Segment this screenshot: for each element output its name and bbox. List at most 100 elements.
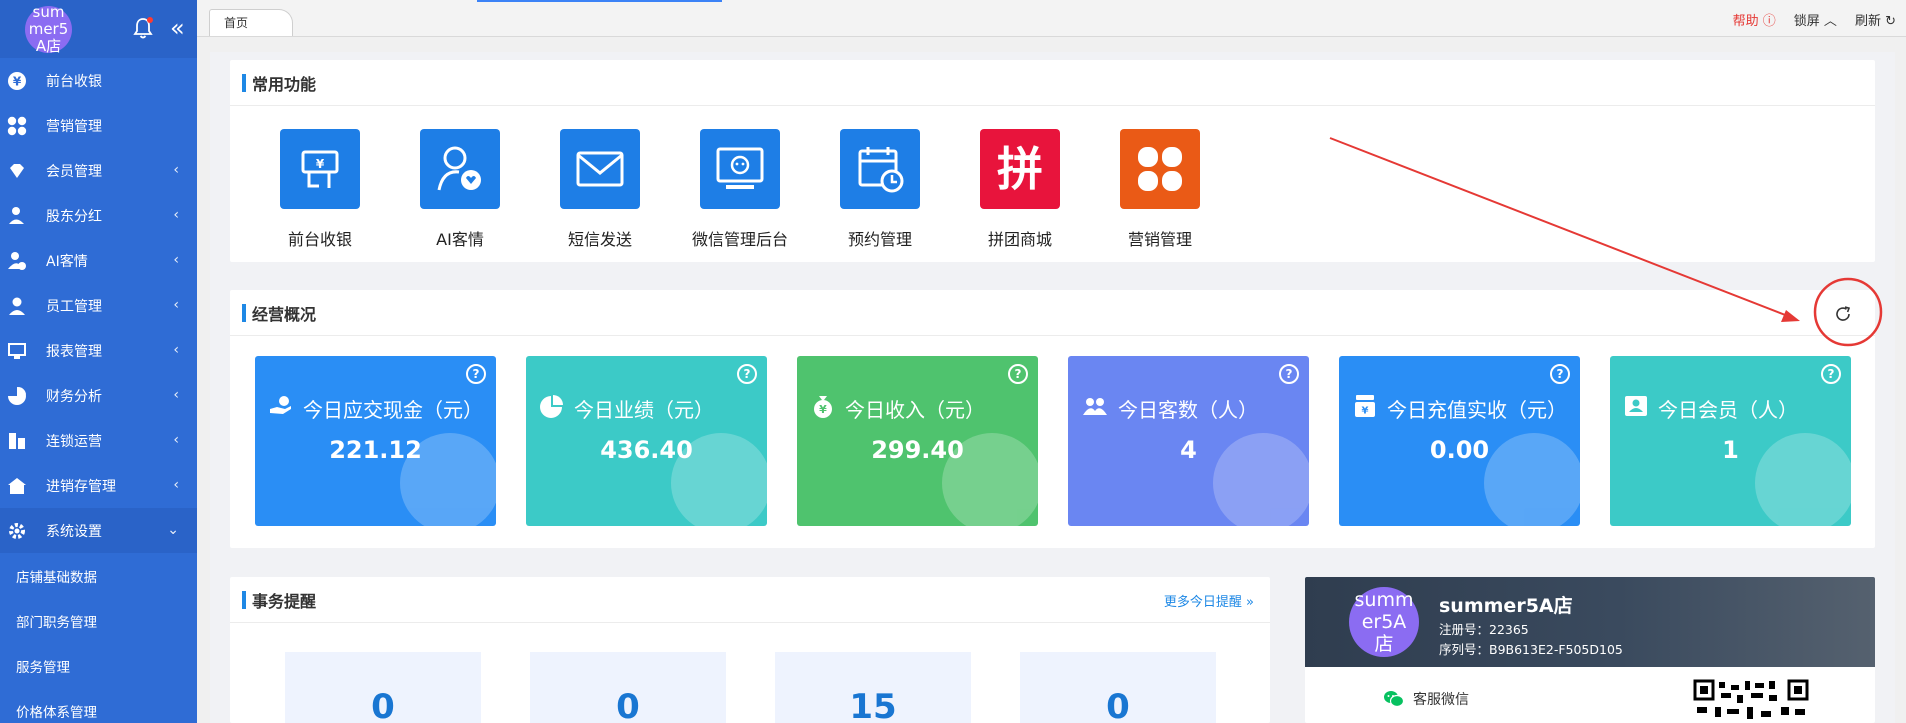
overview-cards: ? 今日应交现金（元） 221.12? 今日业绩（元） 436.40? ¥ 今日收入（元） 2…	[255, 356, 1851, 526]
pin-icon: 拼	[980, 129, 1060, 209]
svg-text:¥: ¥	[819, 403, 827, 416]
card-title: 今日业绩（元）	[540, 394, 714, 423]
card-title-text: 今日会员（人）	[1658, 398, 1798, 422]
task-card[interactable]: 0	[530, 652, 726, 723]
overview-card[interactable]: ? 今日应交现金（元） 221.12	[255, 356, 496, 526]
more-reminders-link[interactable]: 更多今日提醒 »	[1164, 591, 1254, 610]
question-icon[interactable]: ?	[1550, 364, 1570, 384]
ai-customer-icon	[6, 250, 28, 272]
quick-function-item[interactable]: 短信发送	[530, 129, 670, 250]
sidebar-item-label: 连锁运营	[46, 433, 102, 450]
overview-card[interactable]: ? 今日业绩（元） 436.40	[526, 356, 767, 526]
sidebar-item[interactable]: 员工管理 ‹	[0, 283, 197, 328]
sidebar-item[interactable]: ¥ 前台收银	[0, 58, 197, 103]
sidebar-subitem[interactable]: 服务管理	[0, 643, 197, 688]
report-icon	[6, 340, 28, 362]
overview-card[interactable]: ? ¥ 今日收入（元） 299.40	[797, 356, 1038, 526]
card-title-text: 今日客数（人）	[1118, 398, 1258, 422]
wechat-monitor-icon	[700, 129, 780, 209]
cashier-icon: ¥	[280, 129, 360, 209]
quick-function-item[interactable]: AI客情	[390, 129, 530, 250]
quick-function-item[interactable]: 微信管理后台	[670, 129, 810, 250]
question-icon[interactable]: ?	[1821, 364, 1841, 384]
money-bag-icon: ¥	[811, 394, 835, 423]
lock-screen-button[interactable]: 锁屏 ︿	[1794, 10, 1837, 29]
quick-function-label: 预约管理	[847, 230, 912, 249]
tab-home[interactable]: 首页	[209, 9, 293, 36]
chevron-left-icon: ‹	[173, 342, 179, 358]
quick-function-item[interactable]: 营销管理	[1090, 129, 1230, 250]
task-card[interactable]: 0	[1020, 652, 1216, 723]
sidebar-item[interactable]: 会员管理 ‹	[0, 148, 197, 193]
sidebar-item[interactable]: 营销管理	[0, 103, 197, 148]
card-title: 今日会员（人）	[1624, 394, 1798, 423]
marketing-icon	[6, 115, 28, 137]
store-serial: 序列号：B9B613E2-F505D105	[1439, 642, 1623, 657]
sidebar-subitem[interactable]: 部门职务管理	[0, 598, 197, 643]
chevron-left-icon: ‹	[173, 387, 179, 403]
task-card[interactable]: 0	[285, 652, 481, 723]
sidebar-item[interactable]: 连锁运营 ‹	[0, 418, 197, 463]
sidebar-item-label: 股东分红	[46, 208, 102, 225]
store-avatar[interactable]: summer5A店	[25, 4, 72, 55]
sidebar-item[interactable]: AI客情 ‹	[0, 238, 197, 283]
pie-icon	[540, 394, 564, 423]
question-icon[interactable]: ?	[1279, 364, 1299, 384]
card-title: ¥ 今日充值实收（元）	[1353, 394, 1567, 423]
sidebar: summer5A店 « ¥ 前台收银 营销管理 会员管理 ‹ 股东分红 ‹ AI客情 ‹ 员工管理…	[0, 0, 197, 723]
top-actions: 帮助 ⓘ 锁屏 ︿ 刷新 ↻	[1733, 10, 1896, 29]
quick-function-item[interactable]: 预约管理	[810, 129, 950, 250]
question-icon[interactable]: ?	[466, 364, 486, 384]
card-value: 299.40	[871, 436, 964, 464]
mail-icon	[560, 129, 640, 209]
main-content: 常用功能 ¥ 前台收银 AI客情 短信发送 微信管理后台 预约管理拼拼团商城 营销管理 经营…	[210, 52, 1895, 723]
notification-dot	[147, 17, 153, 23]
chevron-up-icon: ︿	[1823, 14, 1837, 29]
cash-hand-icon	[269, 395, 293, 422]
card-value: 1	[1722, 436, 1739, 464]
warehouse-icon	[6, 475, 28, 497]
help-button[interactable]: 帮助 ⓘ	[1733, 10, 1776, 29]
cashier-icon: ¥	[6, 70, 28, 92]
gear-icon	[6, 520, 28, 542]
card-title: ¥ 今日收入（元）	[811, 394, 985, 423]
overview-refresh-icon[interactable]	[1833, 304, 1853, 324]
sidebar-item[interactable]: 报表管理 ‹	[0, 328, 197, 373]
overview-card[interactable]: ? 今日客数（人） 4	[1068, 356, 1309, 526]
sidebar-subitem[interactable]: 价格体系管理	[0, 688, 197, 723]
quick-function-item[interactable]: ¥ 前台收银	[250, 129, 390, 250]
panel-title: 经营概况	[230, 290, 1875, 336]
chevron-left-icon: ‹	[173, 162, 179, 178]
sidebar-item[interactable]: 股东分红 ‹	[0, 193, 197, 238]
overview-card[interactable]: ? 今日会员（人） 1	[1610, 356, 1851, 526]
member-icon	[1624, 394, 1648, 423]
quick-function-label: AI客情	[436, 230, 484, 249]
card-title: 今日客数（人）	[1082, 394, 1258, 423]
system-settings-submenu: 店铺基础数据 部门职务管理 服务管理 价格体系管理	[0, 553, 197, 723]
store-registration: 注册号：22365	[1439, 622, 1529, 637]
svg-text:¥: ¥	[13, 74, 22, 88]
refresh-button[interactable]: 刷新 ↻	[1855, 10, 1896, 29]
store-name: summer5A店	[1439, 595, 1573, 617]
diamond-icon	[6, 160, 28, 182]
customer-service-wechat[interactable]: 客服微信	[1383, 689, 1469, 709]
task-card[interactable]: 15	[775, 652, 971, 723]
chevron-left-icon: ‹	[173, 432, 179, 448]
bell-icon[interactable]	[133, 17, 153, 39]
question-icon: ⓘ	[1762, 14, 1776, 29]
quick-function-item[interactable]: 拼拼团商城	[950, 129, 1090, 250]
sidebar-item[interactable]: 进销存管理 ‹	[0, 463, 197, 508]
calendar-clock-icon	[840, 129, 920, 209]
question-icon[interactable]: ?	[737, 364, 757, 384]
sidebar-item-label: 财务分析	[46, 388, 102, 405]
refresh-icon: ↻	[1885, 14, 1896, 29]
overview-card[interactable]: ? ¥ 今日充值实收（元） 0.00	[1339, 356, 1580, 526]
sidebar-item[interactable]: 财务分析 ‹	[0, 373, 197, 418]
sidebar-subitem[interactable]: 店铺基础数据	[0, 553, 197, 598]
ai-customer-icon	[420, 129, 500, 209]
card-value: 0.00	[1429, 436, 1490, 464]
question-icon[interactable]: ?	[1008, 364, 1028, 384]
task-cards: 0 0 15 0	[285, 652, 1216, 723]
collapse-sidebar-icon[interactable]: «	[170, 14, 185, 42]
sidebar-item[interactable]: 系统设置 ⌄	[0, 508, 197, 553]
